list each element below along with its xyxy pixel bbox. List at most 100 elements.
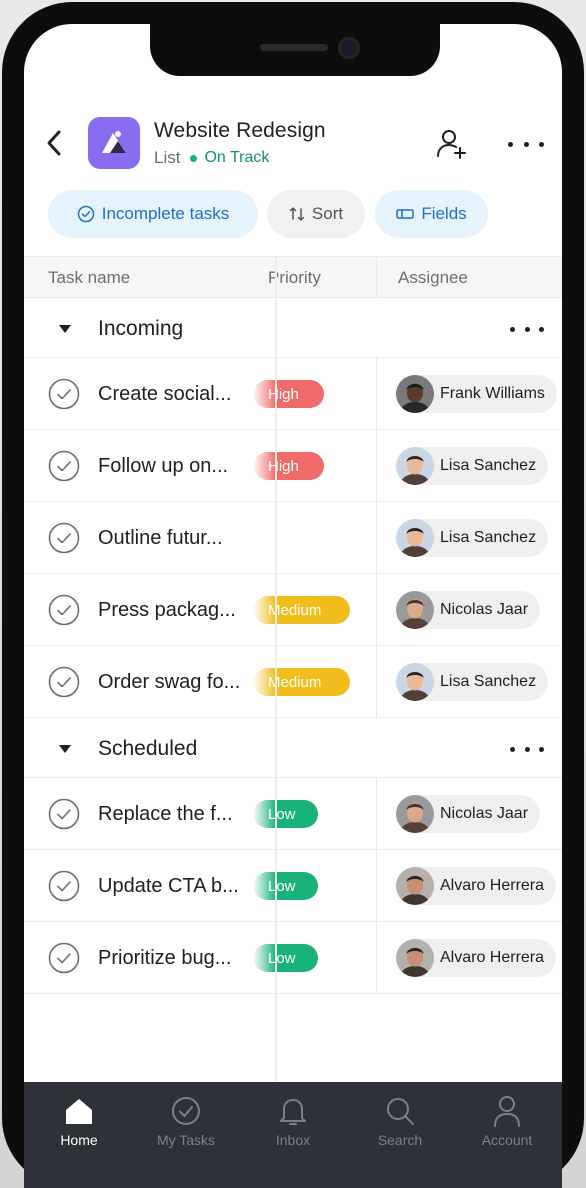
priority-tag[interactable]: Low — [254, 800, 318, 828]
section-more-button[interactable] — [510, 324, 544, 334]
complete-task-checkbox[interactable] — [48, 594, 80, 626]
person-photo-icon — [401, 947, 429, 977]
frozen-column-divider — [275, 256, 277, 1082]
tab-my-tasks[interactable]: My Tasks — [136, 1094, 236, 1148]
complete-task-checkbox[interactable] — [48, 378, 80, 410]
camera — [338, 37, 360, 59]
caret-down-icon[interactable] — [58, 744, 72, 754]
column-assignee[interactable]: Assignee — [398, 268, 468, 288]
section-header: Incoming — [24, 298, 562, 358]
assignee-name: Alvaro Herrera — [440, 877, 545, 894]
sort-button[interactable]: Sort — [267, 190, 365, 238]
complete-task-checkbox[interactable] — [48, 522, 80, 554]
sort-label: Sort — [311, 204, 344, 223]
task-row[interactable]: Prioritize bug... Low Alvaro Herrera — [24, 922, 562, 994]
project-status: On Track — [204, 149, 270, 166]
column-divider — [376, 778, 377, 994]
priority-tag[interactable]: Medium — [254, 668, 350, 696]
task-name[interactable]: Replace the f... — [98, 803, 233, 826]
tab-inbox-label: Inbox — [275, 1132, 311, 1148]
avatar — [396, 519, 434, 557]
add-member-button[interactable] — [436, 128, 468, 160]
pill-fade — [254, 800, 276, 828]
pill-fade — [254, 872, 276, 900]
pill-fade — [254, 944, 276, 972]
assignee-name: Lisa Sanchez — [440, 673, 537, 690]
column-task-name[interactable]: Task name — [48, 268, 130, 288]
task-name[interactable]: Press packag... — [98, 599, 236, 622]
incomplete-tasks-filter[interactable]: Incomplete tasks — [48, 190, 258, 238]
task-row[interactable]: Order swag fo... Medium Lisa Sanchez — [24, 646, 562, 718]
tab-my-tasks-label: My Tasks — [156, 1132, 216, 1148]
more-options-button[interactable] — [508, 132, 544, 156]
tab-search-label: Search — [377, 1132, 423, 1148]
assignee-chip[interactable]: Nicolas Jaar — [396, 591, 541, 629]
tab-search[interactable]: Search — [350, 1094, 450, 1148]
fields-icon — [396, 207, 415, 221]
column-priority[interactable]: Priority — [268, 268, 380, 288]
fields-button[interactable]: Fields — [375, 190, 488, 238]
more-icon-dot — [539, 326, 544, 332]
complete-task-checkbox[interactable] — [48, 798, 80, 830]
priority-tag[interactable]: Medium — [254, 596, 350, 624]
tab-account[interactable]: Account — [457, 1094, 557, 1148]
assignee-name: Frank Williams — [440, 385, 545, 402]
app-screen: Website Redesign List On Track Incomplet… — [24, 24, 562, 1188]
task-name[interactable]: Outline futur... — [98, 527, 223, 550]
tab-inbox[interactable]: Inbox — [243, 1094, 343, 1148]
tab-home[interactable]: Home — [29, 1094, 129, 1148]
priority-tag[interactable]: High — [254, 380, 324, 408]
avatar — [396, 867, 434, 905]
task-row[interactable]: Press packag... Medium Nicolas Jaar — [24, 574, 562, 646]
priority-tag[interactable]: Low — [254, 872, 318, 900]
table-header: Task name Priority Assignee — [24, 256, 562, 298]
task-row[interactable]: Outline futur... Lisa Sanchez — [24, 502, 562, 574]
complete-task-checkbox[interactable] — [48, 450, 80, 482]
more-icon — [508, 141, 513, 147]
more-icon-dot — [524, 326, 530, 332]
pill-fade — [254, 668, 276, 696]
assignee-chip[interactable]: Alvaro Herrera — [396, 939, 557, 977]
speaker — [260, 44, 328, 51]
phone-frame: Website Redesign List On Track Incomplet… — [2, 2, 584, 1188]
section-more-button[interactable] — [510, 744, 544, 754]
assignee-chip[interactable]: Lisa Sanchez — [396, 447, 549, 485]
mountain-icon — [102, 131, 126, 153]
assignee-name: Nicolas Jaar — [440, 805, 529, 822]
assignee-chip[interactable]: Nicolas Jaar — [396, 795, 541, 833]
more-icon — [510, 746, 515, 752]
back-button[interactable] — [42, 128, 66, 158]
avatar — [396, 663, 434, 701]
priority-tag[interactable]: Low — [254, 944, 318, 972]
complete-task-checkbox[interactable] — [48, 666, 80, 698]
task-name[interactable]: Update CTA b... — [98, 875, 239, 898]
task-row[interactable]: Create social... High Frank Williams — [24, 358, 562, 430]
assignee-chip[interactable]: Lisa Sanchez — [396, 663, 549, 701]
tab-home-label: Home — [60, 1132, 98, 1148]
task-row[interactable]: Replace the f... Low Nicolas Jaar — [24, 778, 562, 850]
assignee-chip[interactable]: Frank Williams — [396, 375, 557, 413]
caret-down-icon[interactable] — [58, 324, 72, 334]
bottom-tab-bar: Home My Tasks Inbox Search Account — [24, 1082, 562, 1188]
task-name[interactable]: Prioritize bug... — [98, 947, 231, 970]
project-title: Website Redesign — [154, 119, 326, 142]
add-person-icon — [437, 130, 466, 159]
task-name[interactable]: Order swag fo... — [98, 671, 240, 694]
assignee-chip[interactable]: Alvaro Herrera — [396, 867, 557, 905]
tab-account-label: Account — [481, 1132, 533, 1148]
task-name[interactable]: Create social... — [98, 383, 231, 406]
complete-task-checkbox[interactable] — [48, 942, 80, 974]
task-row[interactable]: Follow up on... High Lisa Sanchez — [24, 430, 562, 502]
project-subtitle: List On Track — [154, 148, 269, 168]
assignee-chip[interactable]: Lisa Sanchez — [396, 519, 549, 557]
status-dot — [190, 154, 198, 162]
check-circle-icon — [136, 1094, 236, 1128]
home-icon — [29, 1094, 129, 1128]
priority-tag[interactable]: High — [254, 452, 324, 480]
notch — [150, 24, 440, 76]
avatar — [396, 447, 434, 485]
more-icon-dot — [523, 141, 529, 147]
task-name[interactable]: Follow up on... — [98, 455, 228, 478]
complete-task-checkbox[interactable] — [48, 870, 80, 902]
task-row[interactable]: Update CTA b... Low Alvaro Herrera — [24, 850, 562, 922]
